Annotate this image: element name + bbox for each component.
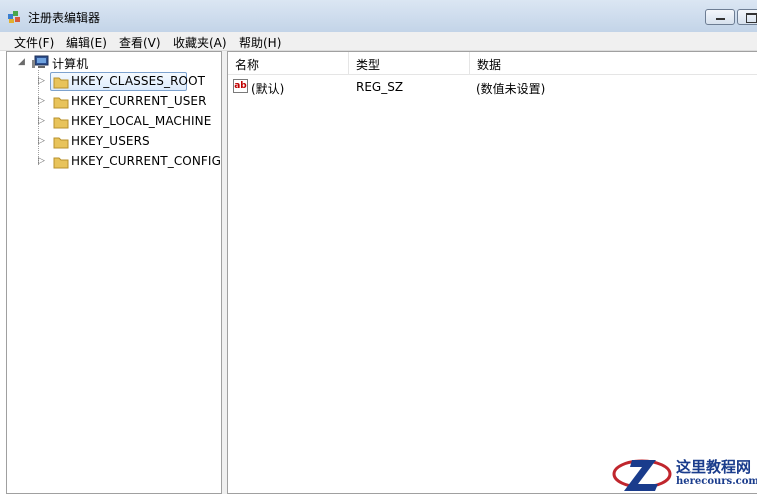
tree-item-hku[interactable]: ▷ HKEY_USERS	[7, 132, 221, 152]
title-bar: 注册表编辑器	[0, 0, 757, 33]
expand-arrow-icon[interactable]: ▷	[38, 117, 46, 126]
values-list-pane[interactable]: 名称 类型 数据 ab (默认) REG_SZ (数值未设置)	[227, 51, 757, 494]
string-value-icon: ab	[233, 79, 248, 93]
folder-icon	[53, 137, 69, 149]
tree-root-label: 计算机	[52, 57, 89, 71]
menu-edit[interactable]: 编辑(E)	[66, 34, 107, 51]
expand-arrow-icon[interactable]: ▷	[38, 137, 46, 146]
collapse-arrow-icon[interactable]: ◢	[18, 58, 26, 67]
registry-tree-pane[interactable]: ◢ 计算机 ▷ HKEY_CLASSES_ROOT ▷ HKEY_CURRENT…	[6, 51, 222, 494]
minimize-button[interactable]	[705, 9, 735, 25]
folder-icon	[53, 157, 69, 169]
menu-help[interactable]: 帮助(H)	[239, 34, 281, 51]
tree-item-hkcr[interactable]: ▷ HKEY_CLASSES_ROOT	[7, 72, 221, 92]
value-name: (默认)	[251, 82, 285, 96]
tree-item-label: HKEY_CURRENT_CONFIG	[71, 154, 221, 168]
expand-arrow-icon[interactable]: ▷	[38, 77, 46, 86]
tree-item-label: HKEY_LOCAL_MACHINE	[71, 114, 212, 128]
maximize-icon	[746, 13, 757, 23]
value-data: (数值未设置)	[476, 82, 546, 96]
menu-file[interactable]: 文件(F)	[14, 34, 54, 51]
expand-arrow-icon[interactable]: ▷	[38, 97, 46, 106]
value-type: REG_SZ	[356, 80, 404, 94]
folder-icon	[53, 77, 69, 89]
regedit-app-icon	[8, 11, 20, 23]
tree-item-label: HKEY_CURRENT_USER	[71, 94, 207, 108]
column-header-name[interactable]: 名称	[228, 52, 348, 74]
menu-view[interactable]: 查看(V)	[119, 34, 161, 51]
tree-item-hkcc[interactable]: ▷ HKEY_CURRENT_CONFIG	[7, 152, 221, 172]
tree-item-label: HKEY_USERS	[71, 134, 150, 148]
list-row[interactable]: ab (默认) REG_SZ (数值未设置)	[228, 76, 757, 96]
tree-item-label: HKEY_CLASSES_ROOT	[71, 74, 206, 88]
minimize-icon	[716, 18, 725, 20]
window-title: 注册表编辑器	[28, 11, 101, 25]
maximize-button[interactable]	[737, 9, 757, 25]
watermark-en-text: herecours.com	[676, 476, 757, 487]
expand-arrow-icon[interactable]: ▷	[38, 157, 46, 166]
menu-favorites[interactable]: 收藏夹(A)	[173, 34, 227, 51]
computer-icon	[32, 55, 49, 68]
tree-item-hklm[interactable]: ▷ HKEY_LOCAL_MACHINE	[7, 112, 221, 132]
menu-bar: 文件(F) 编辑(E) 查看(V) 收藏夹(A) 帮助(H)	[0, 32, 757, 51]
site-logo-icon	[612, 459, 672, 491]
watermark-cn-text: 这里教程网	[676, 458, 752, 476]
tree-item-hkcu[interactable]: ▷ HKEY_CURRENT_USER	[7, 92, 221, 112]
folder-icon	[53, 97, 69, 109]
folder-icon	[53, 117, 69, 129]
column-header-type[interactable]: 类型	[349, 52, 469, 74]
column-header-data[interactable]: 数据	[470, 52, 757, 74]
watermark-logo: 这里教程网 herecours.com	[610, 452, 757, 494]
header-divider	[228, 74, 757, 75]
tree-item-computer[interactable]: ◢ 计算机	[7, 53, 221, 73]
